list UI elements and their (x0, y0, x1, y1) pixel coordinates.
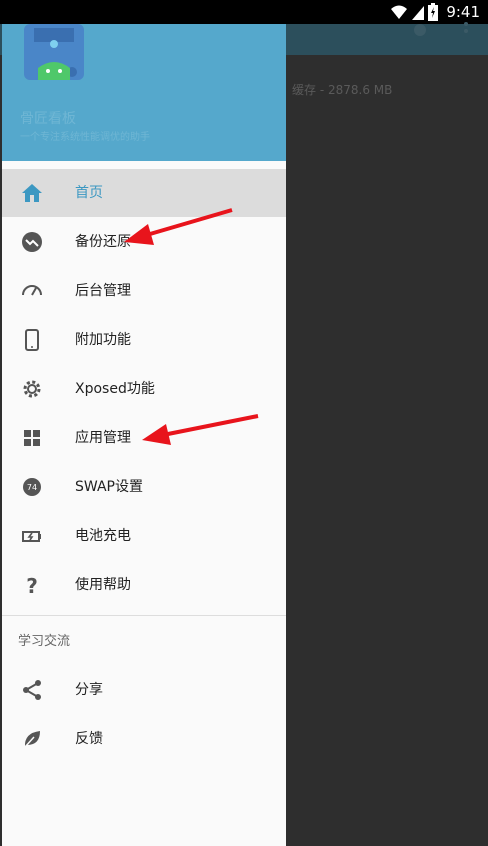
backup-restore-icon (22, 232, 42, 252)
menu-item-share[interactable]: 分享 (2, 666, 286, 714)
menu-label: 反馈 (75, 731, 103, 747)
menu-label: 应用管理 (75, 430, 131, 446)
menu-item-battery-charging[interactable]: 电池充电 (2, 512, 286, 560)
menu-label: 备份还原 (75, 234, 131, 250)
menu-label: Xposed功能 (75, 381, 155, 397)
navigation-drawer: 骨匠看板 一个专注系统性能调优的助手 首页 备份还原 后台管理 附加功能 Xpo… (2, 24, 286, 846)
menu-divider (2, 615, 286, 616)
app-logo-icon (24, 24, 84, 80)
menu-label: 后台管理 (75, 283, 131, 299)
background-cache-text: 缓存 - 2878.6 MB (292, 83, 393, 97)
menu-item-app-management[interactable]: 应用管理 (2, 414, 286, 462)
drawer-header-title: 骨匠看板 (20, 111, 76, 127)
battery-icon (428, 3, 439, 21)
menu-label: 使用帮助 (75, 577, 131, 593)
more-options-icon[interactable] (462, 20, 470, 40)
menu-item-help[interactable]: ? 使用帮助 (2, 561, 286, 609)
menu-item-background-management[interactable]: 后台管理 (2, 267, 286, 315)
wifi-icon (391, 5, 408, 19)
svg-text:?: ? (26, 574, 38, 597)
menu-item-home[interactable]: 首页 (2, 169, 286, 217)
signal-icon (412, 6, 425, 20)
menu-label: 电池充电 (75, 528, 131, 544)
share-icon (23, 680, 41, 700)
swap-badge-text: 74 (27, 483, 37, 492)
status-time: 9:41 (446, 3, 480, 21)
battery-charging-icon (22, 531, 41, 542)
leaf-feedback-icon (24, 731, 40, 748)
menu-item-feedback[interactable]: 反馈 (2, 715, 286, 763)
menu-label: SWAP设置 (75, 479, 143, 495)
menu-item-extra-features[interactable]: 附加功能 (2, 316, 286, 364)
speedometer-icon (22, 285, 42, 296)
menu-item-swap-settings[interactable]: 74 SWAP设置 (2, 463, 286, 511)
section-title: 学习交流 (18, 634, 71, 649)
menu-label: 首页 (75, 185, 103, 201)
status-icons: 9:41 (390, 2, 480, 22)
settings-icon[interactable] (410, 20, 430, 40)
drawer-header: 骨匠看板 一个专注系统性能调优的助手 (2, 24, 286, 161)
help-icon: ? (26, 574, 38, 597)
apps-grid-icon (24, 430, 40, 446)
swap-badge-icon: 74 (23, 478, 41, 496)
home-icon (22, 184, 42, 202)
gear-icon (23, 380, 41, 398)
menu-item-xposed[interactable]: Xposed功能 (2, 365, 286, 413)
menu-label: 分享 (75, 682, 103, 698)
phone-icon (25, 329, 39, 351)
menu-label: 附加功能 (75, 332, 131, 348)
menu-item-backup-restore[interactable]: 备份还原 (2, 218, 286, 266)
drawer-header-subtitle: 一个专注系统性能调优的助手 (20, 132, 150, 143)
